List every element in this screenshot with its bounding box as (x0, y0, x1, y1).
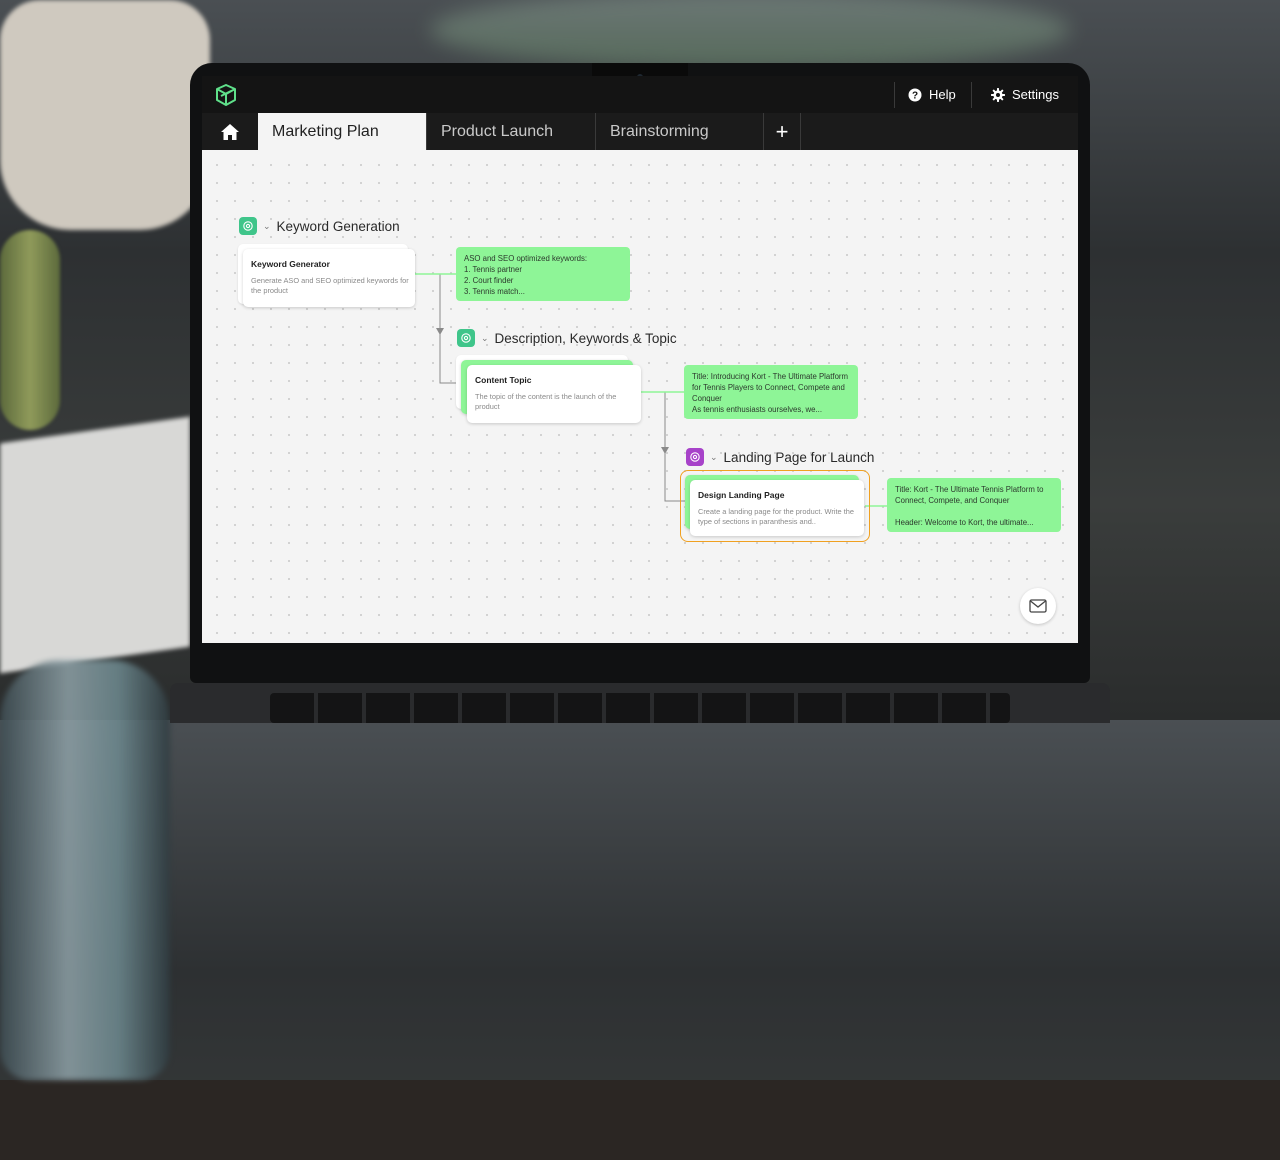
chevron-down-icon[interactable]: ⌄ (710, 452, 718, 463)
tab-label: Product Launch (441, 122, 554, 140)
tab-bar: Marketing Plan Product Launch Brainstorm… (202, 113, 1078, 150)
settings-label: Settings (1012, 87, 1059, 102)
help-label: Help (929, 87, 956, 102)
node-description: Generate ASO and SEO optimized keywords … (251, 276, 409, 295)
home-button[interactable] (202, 113, 258, 150)
openai-icon (686, 448, 704, 466)
node-title: Content Topic (475, 375, 532, 385)
app-window: ? Help Settings Marketing Plan Product L… (202, 76, 1078, 643)
tab-label: Brainstorming (610, 122, 709, 140)
node-title: Design Landing Page (698, 490, 785, 500)
output-bubble[interactable]: Title: Kort - The Ultimate Tennis Platfo… (887, 478, 1061, 532)
node-card[interactable]: Design Landing Page Create a landing pag… (690, 480, 864, 536)
openai-icon (457, 329, 475, 347)
node-title: Keyword Generator (251, 259, 330, 269)
tab-label: Marketing Plan (272, 122, 379, 140)
chevron-down-icon[interactable]: ⌄ (481, 333, 489, 344)
node-design-landing-page[interactable]: Design Landing Page Create a landing pag… (680, 470, 870, 542)
node-description: The topic of the content is the launch o… (475, 392, 617, 411)
background-desk (0, 1080, 1280, 1160)
laptop-keyboard (170, 683, 1110, 723)
group-title: Landing Page for Launch (723, 449, 875, 465)
help-icon: ? (908, 88, 922, 101)
gear-icon (991, 87, 1005, 102)
node-description: Create a landing page for the product. W… (698, 507, 854, 526)
flow-canvas[interactable]: ⌄ Keyword Generation Keyword Generator G… (202, 150, 1078, 643)
home-icon (221, 123, 239, 140)
tab-brainstorming[interactable]: Brainstorming (596, 113, 764, 150)
background-bottle (0, 660, 170, 1080)
background-book (0, 416, 190, 674)
settings-button[interactable]: Settings (991, 76, 1059, 113)
svg-text:?: ? (912, 90, 918, 101)
tab-marketing-plan[interactable]: Marketing Plan (258, 113, 427, 150)
node-card[interactable]: Keyword Generator Generate ASO and SEO o… (243, 249, 415, 307)
group-header-landing-page[interactable]: ⌄ Landing Page for Launch (686, 448, 874, 466)
top-bar: ? Help Settings (202, 76, 1078, 113)
group-header-keyword-generation[interactable]: ⌄ Keyword Generation (239, 217, 400, 235)
divider (894, 82, 895, 108)
feedback-button[interactable] (1020, 588, 1056, 624)
node-card[interactable]: Content Topic The topic of the content i… (467, 365, 641, 423)
background-hills (430, 0, 1070, 70)
chevron-down-icon[interactable]: ⌄ (263, 221, 271, 232)
app-logo-icon[interactable] (214, 84, 238, 106)
divider (971, 82, 972, 108)
background-cactus (0, 230, 60, 430)
mail-icon (1029, 599, 1047, 613)
output-bubble[interactable]: Title: Introducing Kort - The Ultimate P… (684, 365, 858, 419)
background-plant-pot (0, 0, 210, 230)
openai-icon (239, 217, 257, 235)
add-tab-button[interactable]: + (764, 113, 801, 150)
plus-icon: + (775, 118, 789, 144)
group-title: Keyword Generation (276, 218, 400, 234)
tab-product-launch[interactable]: Product Launch (427, 113, 596, 150)
group-header-description-keywords-topic[interactable]: ⌄ Description, Keywords & Topic (457, 329, 677, 347)
output-bubble[interactable]: ASO and SEO optimized keywords: 1. Tenni… (456, 247, 630, 301)
group-title: Description, Keywords & Topic (494, 330, 677, 346)
help-button[interactable]: ? Help (908, 76, 956, 113)
